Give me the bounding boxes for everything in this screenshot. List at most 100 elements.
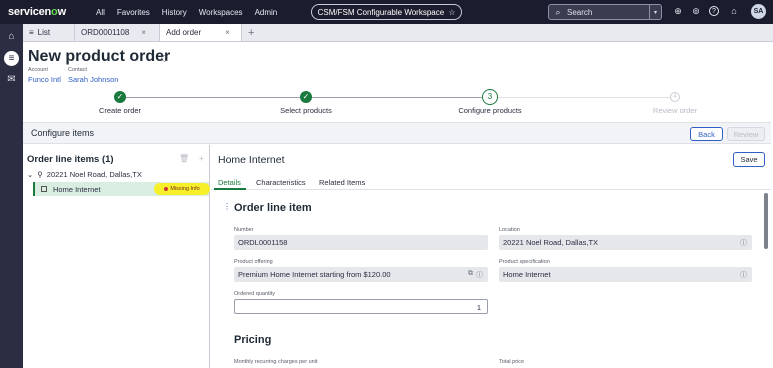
step-2-check-icon: ✓ xyxy=(300,91,312,103)
product-specification-field[interactable]: Home Internet ⓘ xyxy=(499,267,752,282)
address-node[interactable]: ⌄ ⚲ 20221 Noel Road, Dallas,TX xyxy=(27,170,142,179)
contact-link[interactable]: Sarah Johnson xyxy=(68,75,118,84)
product-offering-value: Premium Home Internet starting from $120… xyxy=(238,270,391,279)
globe-icon[interactable]: ⊕ xyxy=(672,5,684,17)
tab-label: ORD0001108 xyxy=(81,28,130,37)
contact-label: Contact xyxy=(68,67,87,73)
star-icon[interactable]: ☆ xyxy=(448,8,455,17)
logo-text-end: w xyxy=(57,6,67,18)
user-avatar[interactable]: SA xyxy=(751,4,766,19)
left-rail: ⌂ ≡ ✉ xyxy=(0,24,23,368)
nav-favorites[interactable]: Favorites xyxy=(117,8,150,17)
close-icon[interactable]: × xyxy=(225,28,230,37)
list-icon[interactable]: ≡ xyxy=(4,51,19,66)
global-search[interactable]: ⌕ Search ▾ xyxy=(548,4,662,20)
chevron-down-icon[interactable]: ⌄ xyxy=(27,170,33,179)
order-line-item-section-title: Order line item xyxy=(234,202,312,214)
search-scope-dropdown[interactable]: ▾ xyxy=(649,5,661,19)
tab-label: List xyxy=(37,28,51,37)
order-line-items-title: Order line items (1) xyxy=(27,154,114,165)
account-label: Account xyxy=(28,67,48,73)
tag-icon[interactable]: ⬡ xyxy=(161,54,168,63)
help-icon[interactable]: ? xyxy=(709,6,719,16)
inbox-icon[interactable]: ✉ xyxy=(4,72,19,87)
number-value: ORDL0001158 xyxy=(238,238,288,247)
order-line-items-panel: Order line items (1) 🗑 + ⌄ ⚲ 20221 Noel … xyxy=(23,145,210,368)
detail-title: Home Internet xyxy=(218,154,285,166)
stepper-connector xyxy=(306,97,489,98)
workspace-tabs: ≡ List ORD0001108 × Add order × + xyxy=(23,24,773,42)
ordered-quantity-label: Ordered quantity xyxy=(234,291,275,297)
info-icon[interactable]: ⓘ xyxy=(740,270,747,280)
location-pin-icon: ⚲ xyxy=(37,170,43,179)
location-value: 20221 Noel Road, Dallas,TX xyxy=(503,238,599,247)
ordered-quantity-input[interactable]: 1 xyxy=(234,299,488,314)
number-field: ORDL0001158 xyxy=(234,235,488,250)
step-1-check-icon: ✓ xyxy=(114,91,126,103)
tab-list[interactable]: ≡ List xyxy=(23,24,75,41)
drag-handle-icon[interactable]: ⋮ xyxy=(223,202,231,211)
location-field[interactable]: 20221 Noel Road, Dallas,TX ⓘ xyxy=(499,235,752,250)
monthly-charges-label: Monthly recurring charges per unit xyxy=(234,359,318,365)
page-title: New product order xyxy=(28,48,171,65)
tab-related-items[interactable]: Related Items xyxy=(319,178,365,187)
step-label-create-order: Create order xyxy=(98,106,142,115)
tab-details[interactable]: Details xyxy=(218,178,241,187)
total-price-label: Total price xyxy=(499,359,525,365)
tab-add-order[interactable]: Add order × xyxy=(160,24,242,41)
product-specification-value: Home Internet xyxy=(503,270,551,279)
step-label-select-products: Select products xyxy=(280,106,332,115)
search-icon: ⌕ xyxy=(555,6,561,17)
stepper-connector xyxy=(491,97,674,98)
account-link[interactable]: Funco Intl xyxy=(28,75,61,84)
order-line-item-home-internet[interactable]: Home Internet Missing Info xyxy=(33,182,210,196)
missing-info-badge: Missing Info xyxy=(154,183,210,195)
tab-ord0001108[interactable]: ORD0001108 × xyxy=(75,24,160,41)
error-dot-icon xyxy=(164,187,169,191)
nav-history[interactable]: History xyxy=(162,8,187,17)
order-line-item-label: Home Internet xyxy=(53,184,101,194)
logo-text: servicen xyxy=(8,6,52,18)
notifications-bell-icon[interactable]: ⌂ xyxy=(728,5,740,17)
workspace-name: CSM/FSM Configurable Workspace xyxy=(317,7,445,17)
product-specification-label: Product specification xyxy=(499,259,550,265)
order-line-detail-panel: Home Internet Save Details Characteristi… xyxy=(211,145,771,368)
detail-tabs: Details Characteristics Related Items xyxy=(211,176,771,190)
step-label-configure-products: Configure products xyxy=(458,106,522,115)
step-4-number: 4 xyxy=(670,92,680,102)
number-label: Number xyxy=(234,227,254,233)
back-button[interactable]: Back xyxy=(690,127,723,141)
close-icon[interactable]: × xyxy=(141,28,146,37)
save-button[interactable]: Save xyxy=(733,152,765,167)
missing-info-text: Missing Info xyxy=(170,186,200,192)
product-offering-field[interactable]: Premium Home Internet starting from $120… xyxy=(234,267,488,282)
chat-icon[interactable]: ⊚ xyxy=(690,5,702,17)
servicenow-logo[interactable]: servicenow xyxy=(8,6,84,18)
add-icon[interactable]: + xyxy=(199,154,204,163)
chevron-down-icon: ▾ xyxy=(653,9,657,16)
ordered-quantity-value: 1 xyxy=(476,303,481,312)
info-icon[interactable]: ⓘ xyxy=(476,270,483,280)
pricing-section-title: Pricing xyxy=(234,334,272,346)
new-tab-button[interactable]: + xyxy=(242,24,260,41)
copy-icon[interactable]: ⧉ xyxy=(468,270,473,278)
workspace-pill[interactable]: CSM/FSM Configurable Workspace ☆ xyxy=(311,4,462,20)
home-icon[interactable]: ⌂ xyxy=(4,29,19,44)
nav-admin[interactable]: Admin xyxy=(255,8,278,17)
scrollbar-thumb[interactable] xyxy=(764,193,768,249)
step-label-review-order: Review order xyxy=(652,106,698,115)
step-3-number: 3 xyxy=(482,89,498,105)
location-label: Location xyxy=(499,227,520,233)
info-icon[interactable]: ⓘ xyxy=(740,238,747,248)
nav-workspaces[interactable]: Workspaces xyxy=(199,8,243,17)
delete-icon[interactable]: 🗑 xyxy=(179,154,189,163)
product-offering-label: Product offering xyxy=(234,259,273,265)
tab-characteristics[interactable]: Characteristics xyxy=(256,178,306,187)
configure-items-title: Configure items xyxy=(31,128,95,138)
list-icon: ≡ xyxy=(29,28,34,37)
active-tab-indicator xyxy=(214,188,246,190)
nav-all[interactable]: All xyxy=(96,8,105,17)
review-button[interactable]: Review xyxy=(727,127,765,141)
search-input[interactable]: Search xyxy=(567,8,592,17)
tab-label: Add order xyxy=(166,28,202,37)
